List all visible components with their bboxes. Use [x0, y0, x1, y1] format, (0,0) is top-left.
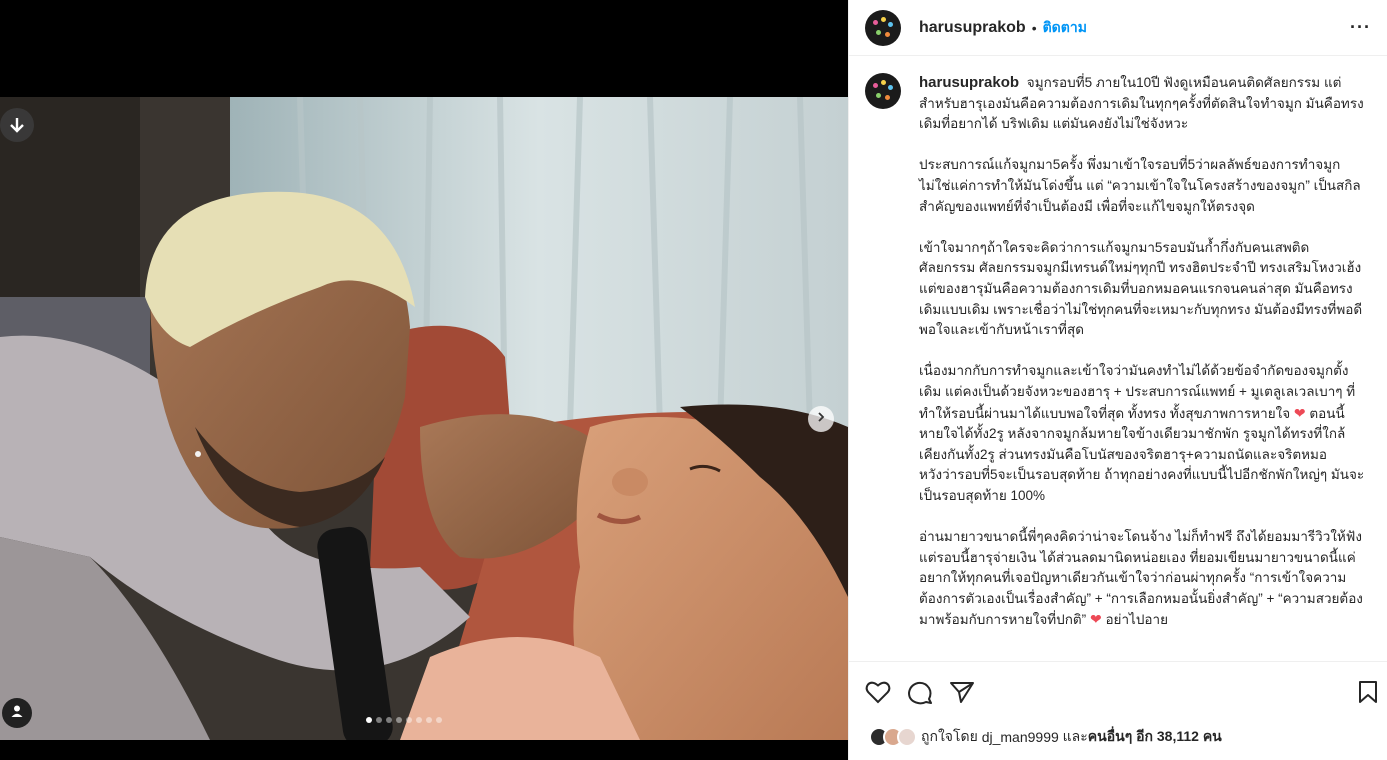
caption-paragraph: หวังว่ารอบที่5จะเป็นรอบสุดท้าย ถ้าทุกอย่…: [919, 467, 1365, 503]
user-tags-button[interactable]: [2, 698, 32, 728]
carousel-dot: [406, 717, 412, 723]
carousel-dot: [426, 717, 432, 723]
caption-paragraph: เข้าใจมากๆถ้าใครจะคิดว่าการแก้จมูกมา5รอบ…: [919, 239, 1363, 338]
caption-paragraph: อย่าไปอาย: [1101, 612, 1168, 628]
action-bar: ถูกใจโดย dj_man9999 และ คนอื่นๆ อีก 38,1…: [849, 661, 1387, 760]
carousel-indicator: [366, 717, 442, 723]
user-icon: [10, 704, 24, 723]
red-heart-emoji: ❤: [1293, 404, 1306, 421]
likes-and: และ: [1062, 728, 1088, 744]
likes-prefix: ถูกใจโดย: [921, 728, 978, 744]
chevron-right-icon: [815, 410, 827, 428]
avatar[interactable]: [865, 9, 901, 46]
red-heart-emoji: ❤: [1089, 611, 1102, 628]
header-username[interactable]: harusuprakob: [919, 19, 1026, 37]
post-media[interactable]: [0, 0, 848, 760]
caption-section: harusuprakob จมูกรอบที่5 ภายใน10ปี ฟังดู…: [849, 57, 1387, 661]
carousel-dot: [396, 717, 402, 723]
carousel-dot: [436, 717, 442, 723]
caption-paragraph: เนื่องมากกับการทำจมูกและเข้าใจว่ามันคงทำ…: [919, 363, 1356, 421]
heart-icon[interactable]: [865, 680, 891, 706]
post-header: harusuprakob • ติดตาม ···: [849, 0, 1387, 56]
liker-avatars[interactable]: [869, 727, 917, 747]
carousel-dot: [366, 717, 372, 723]
avatar: [897, 727, 917, 747]
send-icon[interactable]: [949, 680, 975, 706]
post-details-panel: harusuprakob • ติดตาม ··· harusuprakob จ…: [848, 0, 1387, 760]
caption-paragraph: ประสบการณ์แก้จมูกมา5ครั้ง พึ่งมาเข้าใจรอ…: [919, 157, 1361, 214]
post-photo: [0, 97, 848, 740]
caption-text: harusuprakob จมูกรอบที่5 ภายใน10ปี ฟังดู…: [919, 73, 1365, 631]
carousel-dot: [416, 717, 422, 723]
bookmark-icon[interactable]: [1357, 680, 1379, 704]
more-options-icon[interactable]: ···: [1350, 17, 1371, 38]
likes-others-link[interactable]: คนอื่นๆ: [1088, 726, 1132, 748]
scroll-down-icon[interactable]: [0, 108, 34, 142]
liker-username[interactable]: dj_man9999: [982, 729, 1059, 745]
caption-username[interactable]: harusuprakob: [919, 74, 1019, 91]
likes-summary: ถูกใจโดย dj_man9999 และ คนอื่นๆ อีก 38,1…: [869, 726, 1222, 748]
carousel-dot: [386, 717, 392, 723]
carousel-next-button[interactable]: [808, 406, 834, 432]
follow-button[interactable]: ติดตาม: [1043, 17, 1087, 39]
comment-icon[interactable]: [907, 680, 933, 706]
likes-count[interactable]: อีก 38,112 คน: [1136, 726, 1222, 748]
avatar[interactable]: [865, 73, 901, 109]
header-separator: •: [1031, 19, 1037, 36]
carousel-dot: [376, 717, 382, 723]
